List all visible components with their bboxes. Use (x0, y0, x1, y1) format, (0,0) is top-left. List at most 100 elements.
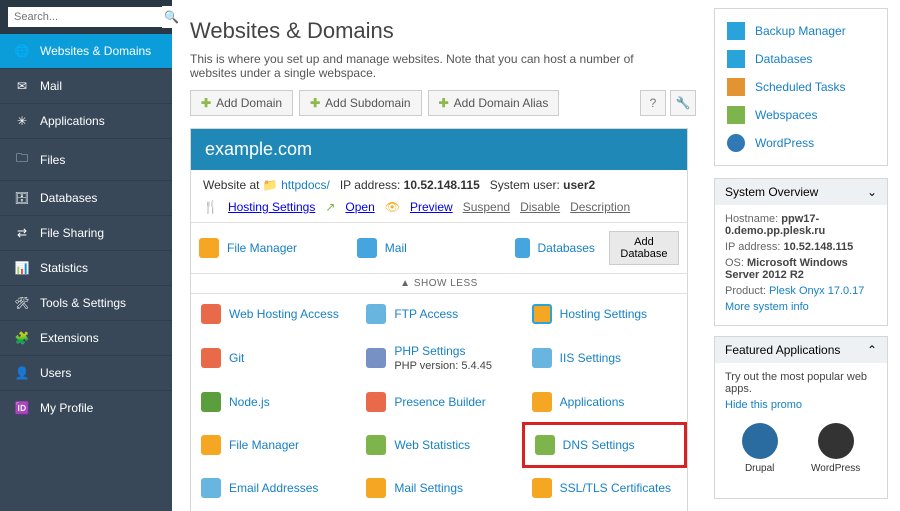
add-database-button[interactable]: Add Database (609, 231, 679, 265)
label: Hostname: (725, 213, 778, 225)
folder-icon (199, 238, 219, 258)
quick-webspaces[interactable]: Webspaces (715, 101, 887, 129)
btn-label: Add Subdomain (325, 96, 410, 110)
sidebar-item-extensions[interactable]: 🧩Extensions (0, 320, 172, 355)
link[interactable]: WordPress (755, 136, 814, 150)
ip-value: 10.52.148.115 (404, 178, 480, 192)
hosting-settings-link[interactable]: Hosting Settings (228, 200, 315, 214)
sidebar: 🔍 🌐Websites & Domains ✉Mail ✳Application… (0, 0, 172, 511)
label: SHOW LESS (414, 278, 478, 289)
link[interactable]: Presence Builder (394, 395, 485, 409)
add-alias-button[interactable]: ✚Add Domain Alias (428, 90, 560, 116)
sysuser-value: user2 (563, 178, 595, 192)
link[interactable]: Webspaces (755, 108, 817, 122)
link[interactable]: Hosting Settings (560, 307, 647, 321)
link[interactable]: IIS Settings (560, 351, 621, 365)
sidebar-item-label: Websites & Domains (40, 44, 151, 58)
quick-links: Backup Manager Databases Scheduled Tasks… (714, 8, 888, 166)
lock-icon (532, 478, 552, 498)
open-link[interactable]: Open (345, 200, 374, 214)
link[interactable]: Scheduled Tasks (755, 80, 846, 94)
web-statistics: Web Statistics (356, 422, 521, 468)
profile-icon: 🆔 (14, 401, 30, 415)
disable-link[interactable]: Disable (520, 200, 560, 214)
panel-title: System Overview (725, 185, 818, 199)
label: OS: (725, 257, 744, 269)
sidebar-item-mail[interactable]: ✉Mail (0, 68, 172, 103)
add-domain-button[interactable]: ✚Add Domain (190, 90, 293, 116)
quick-wordpress[interactable]: WordPress (715, 129, 887, 157)
link[interactable]: FTP Access (394, 307, 458, 321)
link[interactable]: Email Addresses (229, 481, 318, 495)
sidebar-item-tools[interactable]: 🛠Tools & Settings (0, 285, 172, 320)
label: Drupal (745, 463, 774, 474)
show-less-toggle[interactable]: ▲ SHOW LESS (191, 273, 687, 294)
product-link[interactable]: Plesk Onyx 17.0.17 (769, 285, 864, 297)
ip-value: 10.52.148.115 (784, 241, 854, 253)
link[interactable]: Applications (560, 395, 625, 409)
sidebar-item-websites[interactable]: 🌐 Websites & Domains (0, 34, 172, 68)
chevron-up-icon[interactable]: ⌃ (867, 343, 877, 357)
link[interactable]: Backup Manager (755, 24, 846, 38)
sidebar-item-label: Mail (40, 79, 62, 93)
share-icon: ⇄ (14, 226, 30, 240)
httpdocs-link[interactable]: httpdocs/ (281, 178, 330, 192)
link[interactable]: Web Statistics (394, 438, 470, 452)
suspend-link[interactable]: Suspend (463, 200, 510, 214)
preview-link[interactable]: Preview (410, 200, 453, 214)
link[interactable]: PHP Settings (394, 344, 465, 358)
link[interactable]: SSL/TLS Certificates (560, 481, 671, 495)
domain-name: example.com (191, 129, 687, 170)
link[interactable]: Web Hosting Access (229, 307, 339, 321)
globe-icon: 🌐 (14, 44, 30, 58)
file-manager-link[interactable]: File Manager (227, 241, 297, 255)
sidebar-item-label: Statistics (40, 261, 88, 275)
featured-wordpress[interactable]: WordPress (811, 423, 860, 474)
quick-databases[interactable]: Databases (715, 45, 887, 73)
help-button[interactable]: ? (640, 90, 666, 116)
label: IP address: (340, 178, 400, 192)
link[interactable]: DNS Settings (563, 438, 635, 452)
system-overview-panel: System Overview⌄ Hostname: ppw17-0.demo.… (714, 178, 888, 326)
sidebar-item-users[interactable]: 👤Users (0, 355, 172, 390)
sidebar-item-filesharing[interactable]: ⇄File Sharing (0, 215, 172, 250)
quick-scheduled[interactable]: Scheduled Tasks (715, 73, 887, 101)
plus-icon: ✚ (201, 96, 211, 110)
ext-icon: 🧩 (14, 331, 30, 345)
open-icon: ↗ (325, 200, 335, 214)
hide-promo-link[interactable]: Hide this promo (725, 399, 802, 411)
settings-button[interactable]: 🔧 (670, 90, 696, 116)
featured-drupal[interactable]: Drupal (742, 423, 778, 474)
sidebar-item-profile[interactable]: 🆔My Profile (0, 390, 172, 425)
label: System user: (490, 178, 560, 192)
chevron-down-icon[interactable]: ⌄ (867, 185, 877, 199)
mail-link[interactable]: Mail (385, 241, 407, 255)
main-content: Websites & Domains This is where you set… (172, 0, 710, 511)
wrench-icon: 🔧 (676, 96, 691, 110)
quick-backup[interactable]: Backup Manager (715, 17, 887, 45)
sidebar-item-files[interactable]: 🗀Files (0, 138, 172, 180)
dns-settings: DNS Settings (522, 422, 687, 468)
databases-link[interactable]: Databases (538, 241, 595, 255)
plus-icon: ✚ (439, 96, 449, 110)
tools-icon: 🛠 (14, 296, 30, 310)
flag-icon (535, 435, 555, 455)
sidebar-item-applications[interactable]: ✳Applications (0, 103, 172, 138)
webspace-icon (727, 106, 745, 124)
sidebar-item-statistics[interactable]: 📊Statistics (0, 250, 172, 285)
add-subdomain-button[interactable]: ✚Add Subdomain (299, 90, 421, 116)
sidebar-item-databases[interactable]: 🗄Databases (0, 180, 172, 215)
mail-settings: Mail Settings (356, 468, 521, 508)
link[interactable]: Mail Settings (394, 481, 463, 495)
databases-cell: Databases Add Database (507, 223, 687, 273)
link[interactable]: Databases (755, 52, 812, 66)
page-title: Websites & Domains (190, 18, 696, 44)
description-link[interactable]: Description (570, 200, 630, 214)
label: Product: (725, 285, 766, 297)
flag-icon (532, 304, 552, 324)
search-input[interactable] (8, 7, 162, 27)
link[interactable]: File Manager (229, 438, 299, 452)
link[interactable]: Git (229, 351, 244, 365)
more-link[interactable]: More system info (725, 301, 809, 313)
link[interactable]: Node.js (229, 395, 270, 409)
